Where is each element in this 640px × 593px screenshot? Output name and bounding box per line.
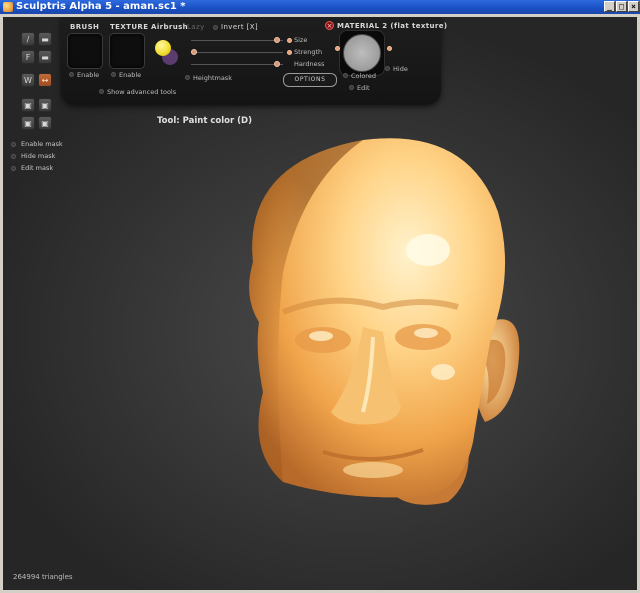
triangle-count: 264994 triangles	[13, 573, 73, 581]
enable-mask-label: Enable mask	[21, 140, 63, 148]
hardness-slider-knob[interactable]	[273, 61, 280, 67]
hardness-label: Hardness	[294, 60, 325, 68]
texture-enable-label[interactable]: Enable	[119, 71, 141, 79]
texture-label: TEXTURE	[110, 23, 149, 31]
size-slider-knob[interactable]	[273, 37, 280, 43]
brush-tool-3-button[interactable]: ▣	[21, 116, 35, 130]
material-preview[interactable]	[343, 34, 381, 72]
airbrush-label[interactable]: Airbrush	[151, 23, 188, 31]
hardness-slider-track[interactable]	[191, 64, 283, 65]
hide-material-label[interactable]: Hide	[393, 65, 408, 73]
colored-label[interactable]: Colored	[351, 72, 376, 80]
hide-mask-option[interactable]: Hide mask	[11, 152, 55, 160]
colored-radio-icon[interactable]	[343, 73, 348, 78]
window-title: Sculptris Alpha 5 - aman.sc1 *	[16, 1, 186, 12]
strength-slider-knob[interactable]	[190, 49, 197, 55]
title-bar: Sculptris Alpha 5 - aman.sc1 * _ □ ×	[0, 0, 640, 14]
heightmask-label[interactable]: Heightmask	[193, 74, 232, 82]
edit-material-label[interactable]: Edit	[357, 84, 370, 92]
radio-icon	[11, 141, 16, 147]
texture-swatch[interactable]	[109, 33, 145, 69]
maximize-button[interactable]: □	[616, 1, 627, 12]
strength-pressure-icon[interactable]	[287, 50, 292, 55]
brush-label: BRUSH	[70, 23, 100, 31]
lazy-label[interactable]: Lazy	[187, 23, 205, 31]
texture-enable-radio-icon[interactable]	[111, 72, 116, 77]
close-button[interactable]: ×	[628, 1, 639, 12]
brush-toolbar: BRUSH TEXTURE Airbrush Lazy Invert [X] E…	[61, 17, 447, 105]
material-prev-icon[interactable]	[335, 46, 340, 51]
brush-enable-radio-icon[interactable]	[69, 72, 74, 77]
app-icon	[3, 2, 13, 12]
brush-tool-4-button[interactable]: ▣	[38, 116, 52, 130]
size-slider-track[interactable]	[191, 40, 283, 41]
paint-color-swatch[interactable]	[155, 40, 171, 56]
hide-material-radio-icon[interactable]	[385, 66, 390, 71]
chin-highlight	[343, 462, 403, 478]
brush-enable-label[interactable]: Enable	[77, 71, 99, 79]
size-label: Size	[294, 36, 308, 44]
invert-label[interactable]: Invert [X]	[221, 23, 258, 31]
strength-slider-track[interactable]	[191, 52, 283, 53]
head-model[interactable]	[223, 122, 533, 542]
advanced-tools-radio-icon[interactable]	[99, 89, 104, 94]
material-title: MATERIAL 2 (flat texture)	[337, 22, 448, 30]
edit-mask-option[interactable]: Edit mask	[11, 164, 53, 172]
material-next-icon[interactable]	[387, 46, 392, 51]
edit-mask-label: Edit mask	[21, 164, 54, 172]
brush-swatch[interactable]	[67, 33, 103, 69]
hide-mask-label: Hide mask	[21, 152, 56, 160]
show-advanced-tools-label[interactable]: Show advanced tools	[107, 88, 176, 96]
brush-tool-2-button[interactable]: ▣	[38, 98, 52, 112]
close-material-icon[interactable]: ×	[325, 21, 334, 30]
strength-label: Strength	[294, 48, 323, 56]
radio-icon	[11, 153, 16, 159]
enable-mask-option[interactable]: Enable mask	[11, 140, 63, 148]
forehead-highlight	[406, 234, 450, 266]
invert-radio-icon[interactable]	[213, 25, 218, 30]
edit-material-radio-icon[interactable]	[349, 85, 354, 90]
crease-tool-button[interactable]: ▬	[38, 50, 52, 64]
fill-tool-button[interactable]: F	[21, 50, 35, 64]
heightmask-radio-icon[interactable]	[185, 75, 190, 80]
current-tool-label: Tool: Paint color (D)	[157, 116, 252, 126]
minimize-button[interactable]: _	[604, 1, 615, 12]
brush-tool-1-button[interactable]: ▣	[21, 98, 35, 112]
flatten-tool-button[interactable]: ▬	[38, 32, 52, 46]
size-pressure-icon[interactable]	[287, 38, 292, 43]
symmetry-tool-button[interactable]: W	[21, 73, 35, 87]
cheek-highlight	[431, 364, 455, 380]
left-eye-highlight	[309, 331, 333, 341]
grab-tool-button[interactable]: ↔	[38, 73, 52, 87]
right-eye-highlight	[414, 328, 438, 338]
options-button[interactable]: OPTIONS	[283, 73, 337, 87]
radio-icon	[11, 165, 16, 171]
sculpt-viewport[interactable]: / ▬ F ▬ W ↔ ▣ ▣ ▣ ▣ Enable mask Hide mas…	[3, 17, 637, 590]
draw-tool-button[interactable]: /	[21, 32, 35, 46]
